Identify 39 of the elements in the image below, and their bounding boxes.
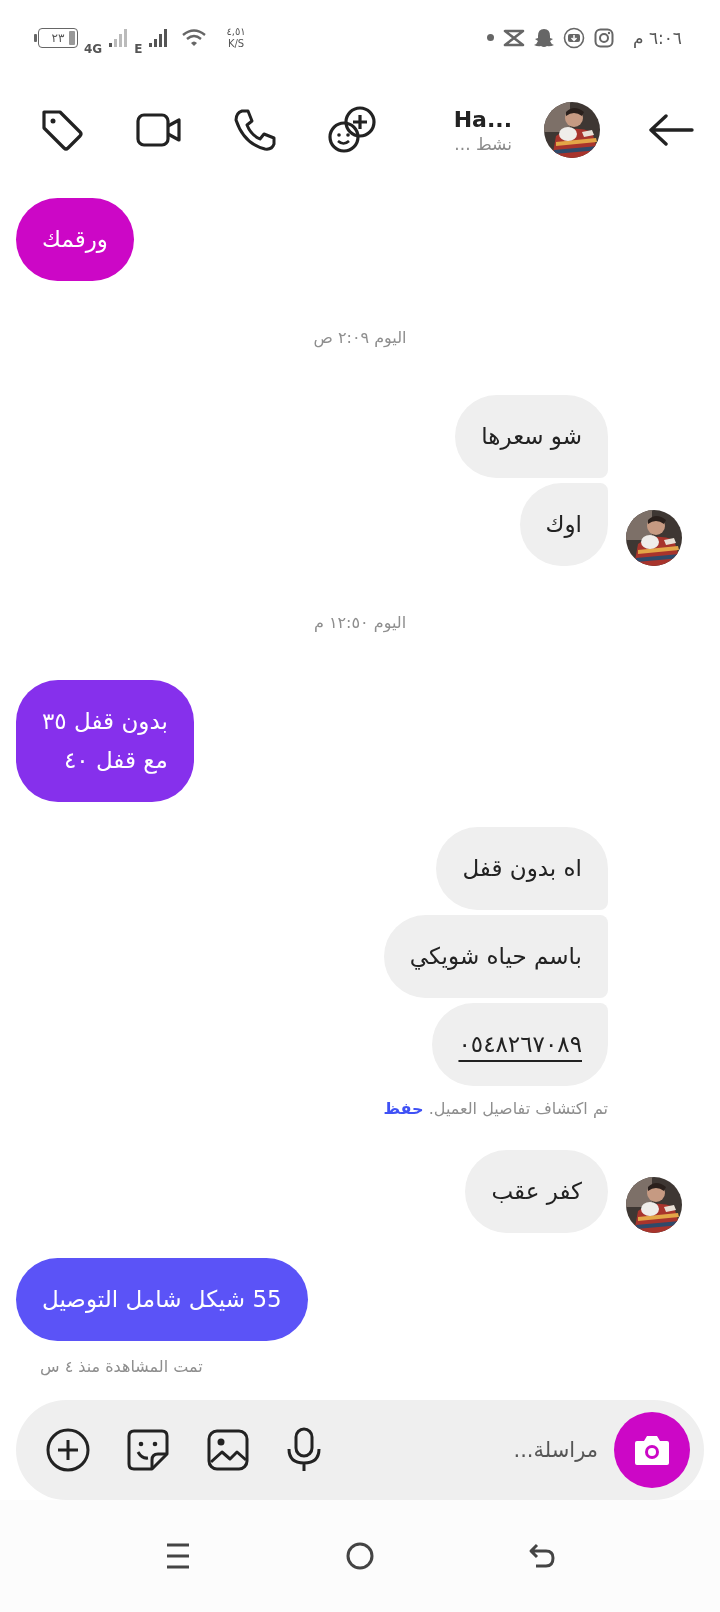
message-bubble: باسم حياه شويكي xyxy=(383,915,608,998)
phone-icon[interactable] xyxy=(232,107,278,153)
message-field[interactable]: مراسلة... xyxy=(338,1432,598,1468)
sticker-icon[interactable] xyxy=(126,1428,170,1472)
seen-status: تمت المشاهدة منذ ٤ س xyxy=(40,1357,203,1376)
speed-unit: K/S xyxy=(227,37,245,50)
message-bubble: اوك xyxy=(519,483,608,566)
download-icon xyxy=(562,26,585,49)
contact-name: Ha... xyxy=(453,106,512,132)
network-type: 4G xyxy=(84,41,103,56)
network-speed: ٤,٥١ xyxy=(226,25,246,38)
back-icon[interactable] xyxy=(648,114,694,146)
message-bubble: ورقمك xyxy=(16,198,134,281)
camera-icon xyxy=(633,1433,671,1467)
date-separator: اليوم ٢:٠٩ ص xyxy=(313,328,407,347)
activity-status: نشط ... xyxy=(454,133,512,154)
microphone-icon[interactable] xyxy=(286,1427,322,1473)
wifi-icon xyxy=(182,28,207,47)
bowtie-icon xyxy=(502,28,525,47)
clock-time: ٦:٠٦ م xyxy=(632,27,682,48)
add-people-icon[interactable] xyxy=(327,105,377,155)
ghost-icon xyxy=(533,27,554,48)
camera-button[interactable] xyxy=(614,1412,690,1488)
add-icon[interactable] xyxy=(46,1428,90,1472)
info-text: تم اكتشاف تفاصيل العميل. حفظ xyxy=(383,1099,608,1118)
signal-icon xyxy=(148,27,169,48)
date-separator: اليوم ١٢:٥٠ م xyxy=(313,613,407,632)
message-bubble: 55 شيكل شامل التوصيل xyxy=(16,1258,308,1341)
network-type: E xyxy=(134,41,143,56)
dot-icon xyxy=(486,34,494,41)
message-bubble: بدون قفل ٣٥ مع قفل ٤٠ xyxy=(16,680,194,802)
signal-icon xyxy=(108,27,129,48)
message-bubble: كفر عقب xyxy=(465,1150,608,1233)
save-link[interactable]: حفظ xyxy=(383,1099,424,1118)
message-bubble: شو سعرها xyxy=(455,395,608,478)
camera-icon xyxy=(593,27,614,48)
image-icon[interactable] xyxy=(206,1428,250,1472)
message-bubble: اه بدون قفل xyxy=(436,827,608,910)
message-bubble: ٠٥٤٨٢٦٧٠٨٩ xyxy=(432,1003,608,1086)
